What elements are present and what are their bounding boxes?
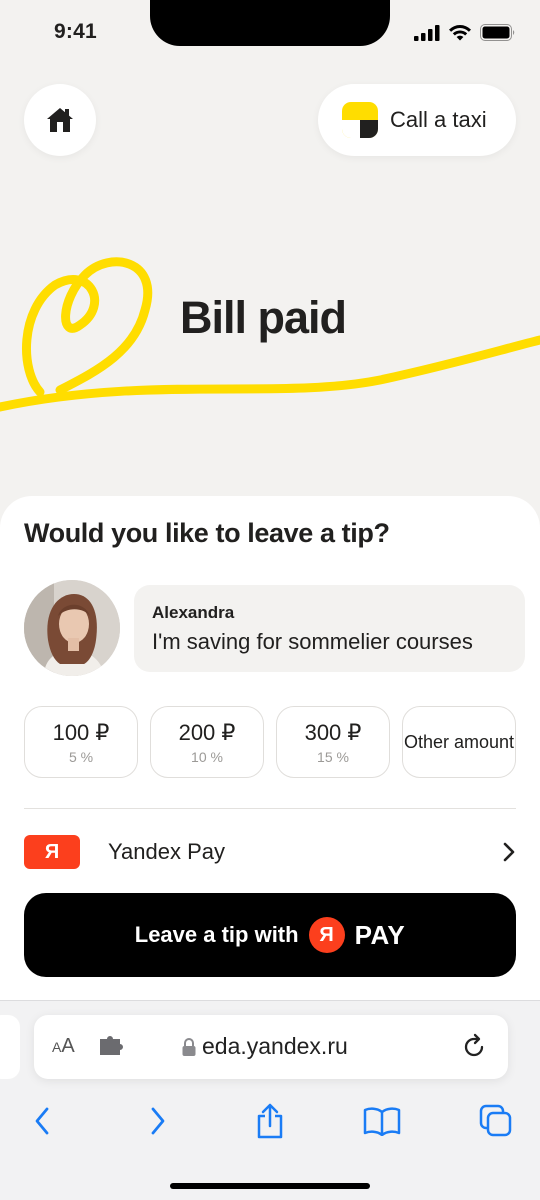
- leave-tip-label: Leave a tip with: [134, 922, 299, 947]
- address-bar[interactable]: AA eda.yandex.ru: [34, 1015, 508, 1079]
- home-indicator: [170, 1183, 370, 1189]
- tip-title: Would you like to leave a tip?: [24, 518, 390, 548]
- tip-percent: 10 %: [191, 748, 223, 765]
- bill-paid-title: Bill paid: [180, 292, 347, 343]
- payment-method-row[interactable]: Я Yandex Pay: [24, 828, 516, 876]
- yandex-logo-icon: Я: [24, 835, 80, 869]
- home-icon: [47, 108, 73, 132]
- book-icon: [363, 1107, 401, 1136]
- tip-percent: 5 %: [68, 748, 94, 765]
- cellular-signal-icon: [414, 24, 440, 41]
- share-button[interactable]: [250, 1101, 290, 1141]
- tip-amount: 300 ₽: [304, 719, 362, 745]
- text-size-button[interactable]: AA: [52, 1035, 75, 1058]
- text-size-large: A: [61, 1035, 75, 1057]
- waiter-message-bubble: Alexandra I'm saving for sommelier cours…: [134, 585, 525, 672]
- tip-sheet: Would you like to leave a tip? Alexandra…: [0, 496, 540, 1006]
- tip-option-200[interactable]: 200 ₽ 10 %: [150, 706, 264, 778]
- call-taxi-label: Call a taxi: [390, 107, 487, 132]
- url-field[interactable]: eda.yandex.ru: [182, 1033, 348, 1060]
- yandex-go-icon: [342, 102, 378, 138]
- home-button[interactable]: [24, 84, 96, 156]
- call-taxi-button[interactable]: Call a taxi: [318, 84, 516, 156]
- extension-puzzle-icon[interactable]: [98, 1035, 124, 1057]
- back-button[interactable]: [22, 1101, 62, 1141]
- yandex-pay-logo-icon: Я: [308, 917, 345, 953]
- chevron-right-icon: [503, 842, 515, 862]
- other-amount-label: Other amount: [403, 731, 515, 752]
- chevron-right-icon: [151, 1107, 165, 1135]
- notch: [150, 0, 390, 46]
- chevron-left-icon: [35, 1107, 49, 1135]
- browser-toolbar: AA eda.yandex.ru: [0, 1000, 540, 1200]
- tip-option-other-amount[interactable]: Other amount: [402, 706, 516, 778]
- waiter-photo: [24, 580, 120, 676]
- tip-options: 100 ₽ 5 % 200 ₽ 10 % 300 ₽ 15 % Other am…: [24, 706, 516, 778]
- previous-tab-preview[interactable]: [0, 1015, 20, 1079]
- status-time: 9:41: [54, 20, 97, 43]
- waiter-avatar: [24, 580, 120, 676]
- waiter-name: Alexandra: [152, 603, 235, 622]
- battery-icon: [480, 24, 515, 41]
- payment-method-label: Yandex Pay: [108, 839, 226, 864]
- status-bar: 9:41: [0, 0, 540, 70]
- lock-icon: [182, 1037, 196, 1056]
- forward-button[interactable]: [138, 1101, 178, 1141]
- leave-tip-button[interactable]: Leave a tip with Я PAY: [24, 893, 516, 977]
- status-icons: [414, 24, 516, 41]
- tip-percent: 15 %: [317, 748, 349, 765]
- tip-option-100[interactable]: 100 ₽ 5 %: [24, 706, 138, 778]
- tip-amount: 200 ₽: [178, 719, 236, 745]
- divider: [24, 808, 516, 809]
- url-text: eda.yandex.ru: [202, 1033, 348, 1059]
- browser-nav-bar: [0, 1097, 540, 1145]
- tabs-icon: [479, 1104, 512, 1137]
- wifi-icon: [449, 25, 471, 41]
- bookmarks-button[interactable]: [362, 1101, 402, 1141]
- waiter-message: I'm saving for sommelier courses: [152, 629, 473, 654]
- pay-wordmark: PAY: [354, 919, 406, 950]
- text-size-small: A: [52, 1039, 62, 1055]
- share-icon: [257, 1103, 283, 1139]
- reload-icon[interactable]: [460, 1033, 488, 1061]
- tip-option-300[interactable]: 300 ₽ 15 %: [276, 706, 390, 778]
- tip-amount: 100 ₽: [52, 719, 110, 745]
- tabs-button[interactable]: [476, 1101, 516, 1141]
